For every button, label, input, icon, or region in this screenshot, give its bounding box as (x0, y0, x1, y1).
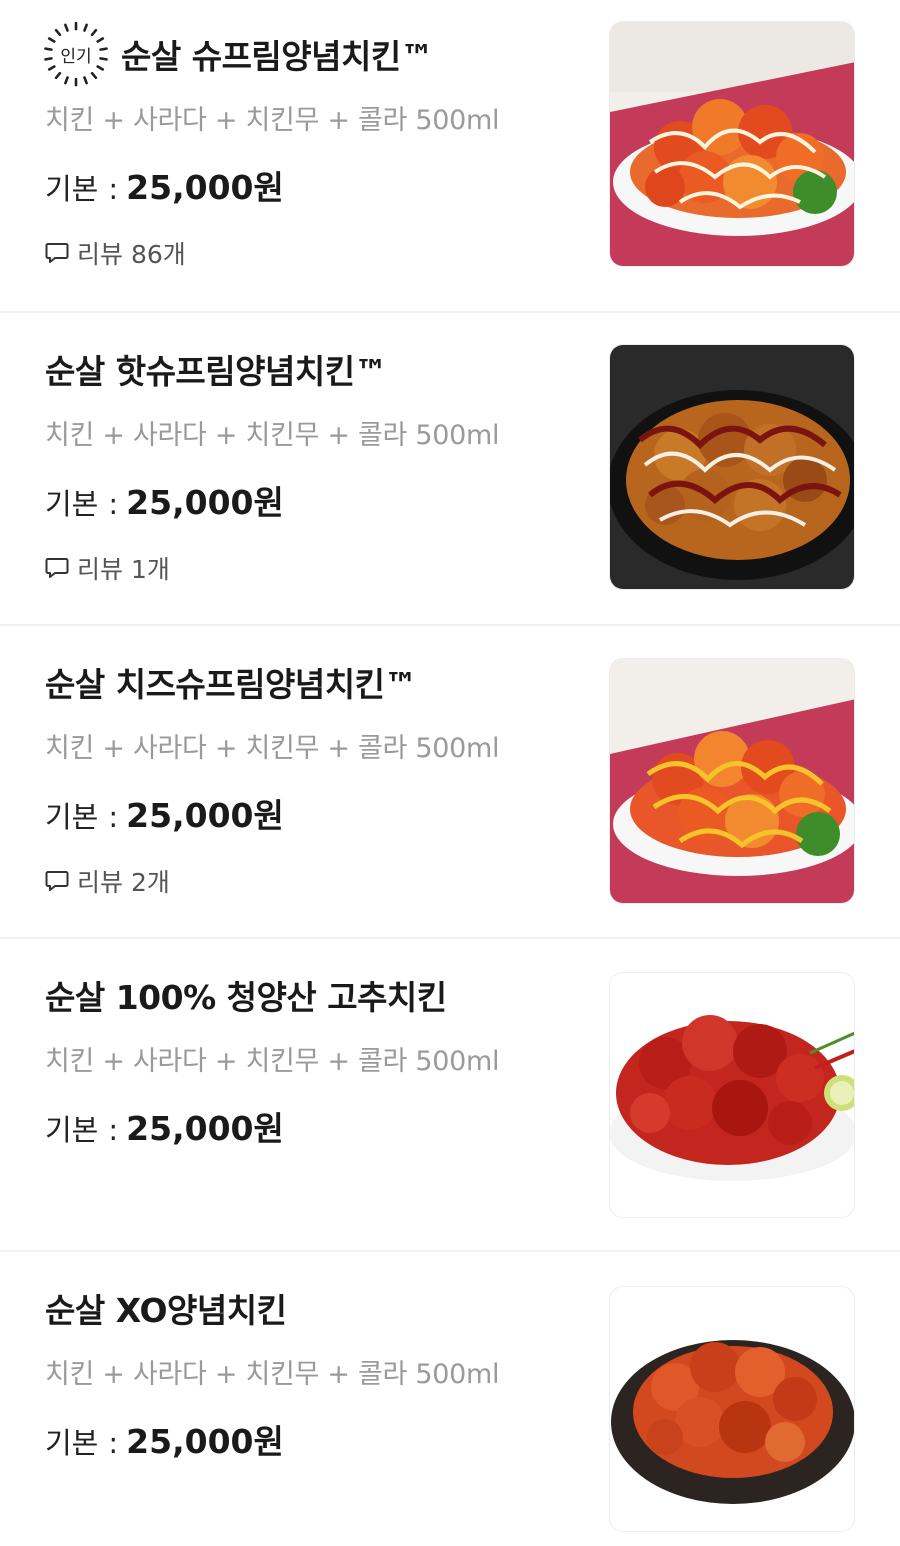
menu-item-title-row: 순살 XO양념치킨 (45, 1276, 585, 1340)
menu-item-xo-seasoned[interactable]: 순살 XO양념치킨 치킨 + 사라다 + 치킨무 + 콜라 500ml 기본 :… (0, 1252, 900, 1546)
speech-bubble-icon (45, 243, 69, 263)
cheongyang-pepper-chicken-image (610, 973, 854, 1217)
price-label: 기본 (45, 800, 99, 834)
price-value: 25,000원 (126, 168, 284, 207)
menu-item-name: 순살 100% 청양산 고추치킨 (45, 978, 447, 1017)
menu-list: 인기 순살 슈프림양념치킨™ 치킨 + 사라다 + 치킨무 + 콜라 500ml… (0, 0, 900, 1546)
menu-item-description: 치킨 + 사라다 + 치킨무 + 콜라 500ml (45, 420, 500, 451)
menu-item-price-row: 기본 : 25,000원 (45, 1415, 585, 1463)
popular-badge-label: 인기 (60, 46, 92, 67)
menu-item-cheongyang-pepper[interactable]: 순살 100% 청양산 고추치킨 치킨 + 사라다 + 치킨무 + 콜라 500… (0, 939, 900, 1252)
menu-item-photo[interactable] (609, 21, 855, 267)
menu-item-price-row: 기본 : 25,000원 (45, 1102, 585, 1150)
supreme-seasoned-chicken-image (610, 22, 854, 266)
menu-item-hot-supreme[interactable]: 순살 핫슈프림양념치킨™ 치킨 + 사라다 + 치킨무 + 콜라 500ml 기… (0, 313, 900, 626)
menu-item-info: 순살 XO양념치킨 치킨 + 사라다 + 치킨무 + 콜라 500ml 기본 :… (45, 1276, 585, 1463)
menu-item-cheese-supreme[interactable]: 순살 치즈슈프림양념치킨™ 치킨 + 사라다 + 치킨무 + 콜라 500ml … (0, 626, 900, 939)
menu-item-photo[interactable] (609, 1286, 855, 1532)
menu-item-photo[interactable] (609, 972, 855, 1218)
menu-item-description: 치킨 + 사라다 + 치킨무 + 콜라 500ml (45, 733, 500, 764)
menu-item-name: 순살 치즈슈프림양념치킨™ (45, 665, 417, 704)
menu-item-description: 치킨 + 사라다 + 치킨무 + 콜라 500ml (45, 1046, 500, 1077)
price-separator: : (108, 1426, 119, 1460)
menu-item-title-row: 인기 순살 슈프림양념치킨™ (44, 21, 585, 87)
menu-item-title-row: 순살 치즈슈프림양념치킨™ (45, 650, 585, 714)
menu-item-title-row: 순살 핫슈프림양념치킨™ (45, 337, 585, 401)
price-label: 기본 (45, 1426, 99, 1460)
price-separator: : (108, 172, 119, 206)
menu-item-info: 순살 치즈슈프림양념치킨™ 치킨 + 사라다 + 치킨무 + 콜라 500ml … (45, 650, 585, 899)
popular-badge: 인기 (41, 19, 111, 89)
review-count: 리뷰 86개 (77, 240, 186, 269)
price-value: 25,000원 (126, 483, 284, 522)
menu-item-description: 치킨 + 사라다 + 치킨무 + 콜라 500ml (45, 1359, 500, 1390)
price-separator: : (108, 1113, 119, 1147)
price-label: 기본 (45, 172, 99, 206)
menu-item-info: 인기 순살 슈프림양념치킨™ 치킨 + 사라다 + 치킨무 + 콜라 500ml… (44, 21, 585, 271)
review-row: 리뷰 1개 (45, 550, 585, 586)
menu-item-title-row: 순살 100% 청양산 고추치킨 (45, 963, 585, 1027)
menu-item-description: 치킨 + 사라다 + 치킨무 + 콜라 500ml (45, 105, 500, 136)
xo-seasoned-chicken-image (610, 1287, 854, 1531)
review-count: 리뷰 2개 (77, 868, 170, 897)
menu-item-info: 순살 핫슈프림양념치킨™ 치킨 + 사라다 + 치킨무 + 콜라 500ml 기… (45, 337, 585, 586)
menu-item-price-row: 기본 : 25,000원 (45, 476, 585, 524)
price-value: 25,000원 (126, 1109, 284, 1148)
hot-supreme-seasoned-chicken-image (610, 345, 854, 589)
menu-item-supreme[interactable]: 인기 순살 슈프림양념치킨™ 치킨 + 사라다 + 치킨무 + 콜라 500ml… (0, 0, 900, 313)
menu-item-info: 순살 100% 청양산 고추치킨 치킨 + 사라다 + 치킨무 + 콜라 500… (45, 963, 585, 1150)
review-row: 리뷰 86개 (45, 235, 585, 271)
speech-bubble-icon (45, 558, 69, 578)
price-value: 25,000원 (126, 796, 284, 835)
menu-item-photo[interactable] (609, 344, 855, 590)
menu-item-price-row: 기본 : 25,000원 (45, 161, 585, 209)
price-label: 기본 (45, 1113, 99, 1147)
menu-item-price-row: 기본 : 25,000원 (45, 789, 585, 837)
menu-item-name: 순살 슈프림양념치킨™ (121, 37, 434, 76)
review-count: 리뷰 1개 (77, 555, 170, 584)
speech-bubble-icon (45, 871, 69, 891)
menu-item-name: 순살 핫슈프림양념치킨™ (45, 352, 388, 391)
review-row: 리뷰 2개 (45, 863, 585, 899)
menu-item-photo[interactable] (609, 658, 855, 904)
cheese-supreme-seasoned-chicken-image (610, 659, 854, 903)
price-label: 기본 (45, 487, 99, 521)
price-value: 25,000원 (126, 1422, 284, 1461)
menu-item-name: 순살 XO양념치킨 (45, 1291, 287, 1330)
price-separator: : (108, 487, 119, 521)
price-separator: : (108, 800, 119, 834)
